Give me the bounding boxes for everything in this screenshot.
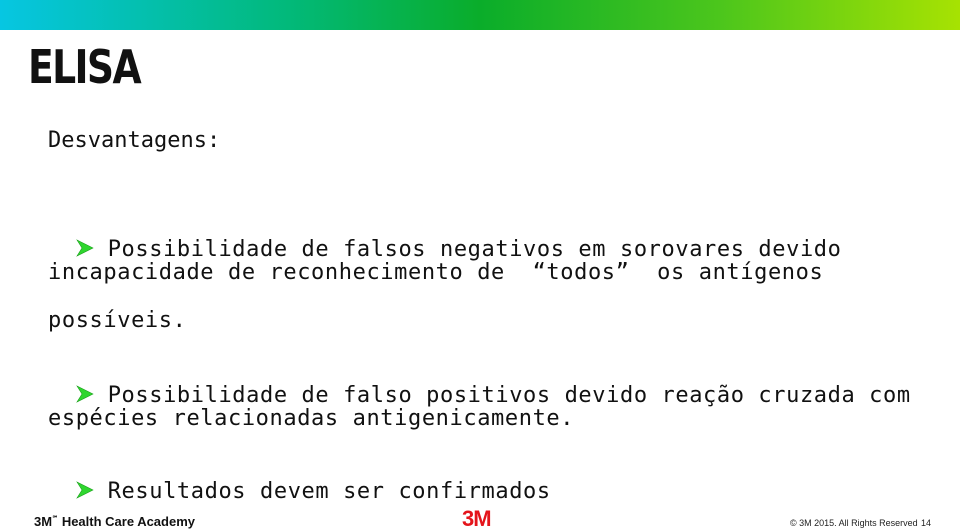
footer-brand: 3M℠ Health Care Academy xyxy=(34,514,195,529)
bullet-item: Possibilidade de falso positivos devido … xyxy=(48,358,911,408)
bullet-continuation: espécies relacionadas antigenicamente. xyxy=(48,406,575,431)
copyright-text: © 3M 2015. All Rights Reserved xyxy=(790,518,918,528)
brand-name: 3M xyxy=(34,514,53,529)
bullet-item: Resultados devem ser confirmados xyxy=(48,454,551,504)
bullet-text: Resultados devem ser confirmados xyxy=(107,479,551,504)
bullet-continuation: possíveis. xyxy=(48,308,187,333)
bullet-text: Possibilidade de falso positivos devido … xyxy=(107,383,911,408)
arrow-bullet-icon xyxy=(75,385,94,403)
page-number: 14 xyxy=(921,518,932,528)
bullet-text: Possibilidade de falsos negativos em sor… xyxy=(107,237,842,262)
bullet-item: Possibilidade de falsos negativos em sor… xyxy=(48,212,842,262)
trademark-mark: ℠ xyxy=(52,516,59,522)
brand-division: Health Care Academy xyxy=(61,514,195,529)
3m-logo: 3M xyxy=(462,506,492,531)
arrow-bullet-icon xyxy=(75,239,94,257)
header-gradient-bar xyxy=(0,0,960,30)
slide-subtitle: Desvantagens: xyxy=(48,128,221,153)
bullet-continuation: incapacidade de reconhecimento de “todos… xyxy=(48,260,824,285)
arrow-bullet-icon xyxy=(75,481,94,499)
slide-title: ELISA xyxy=(28,40,142,94)
